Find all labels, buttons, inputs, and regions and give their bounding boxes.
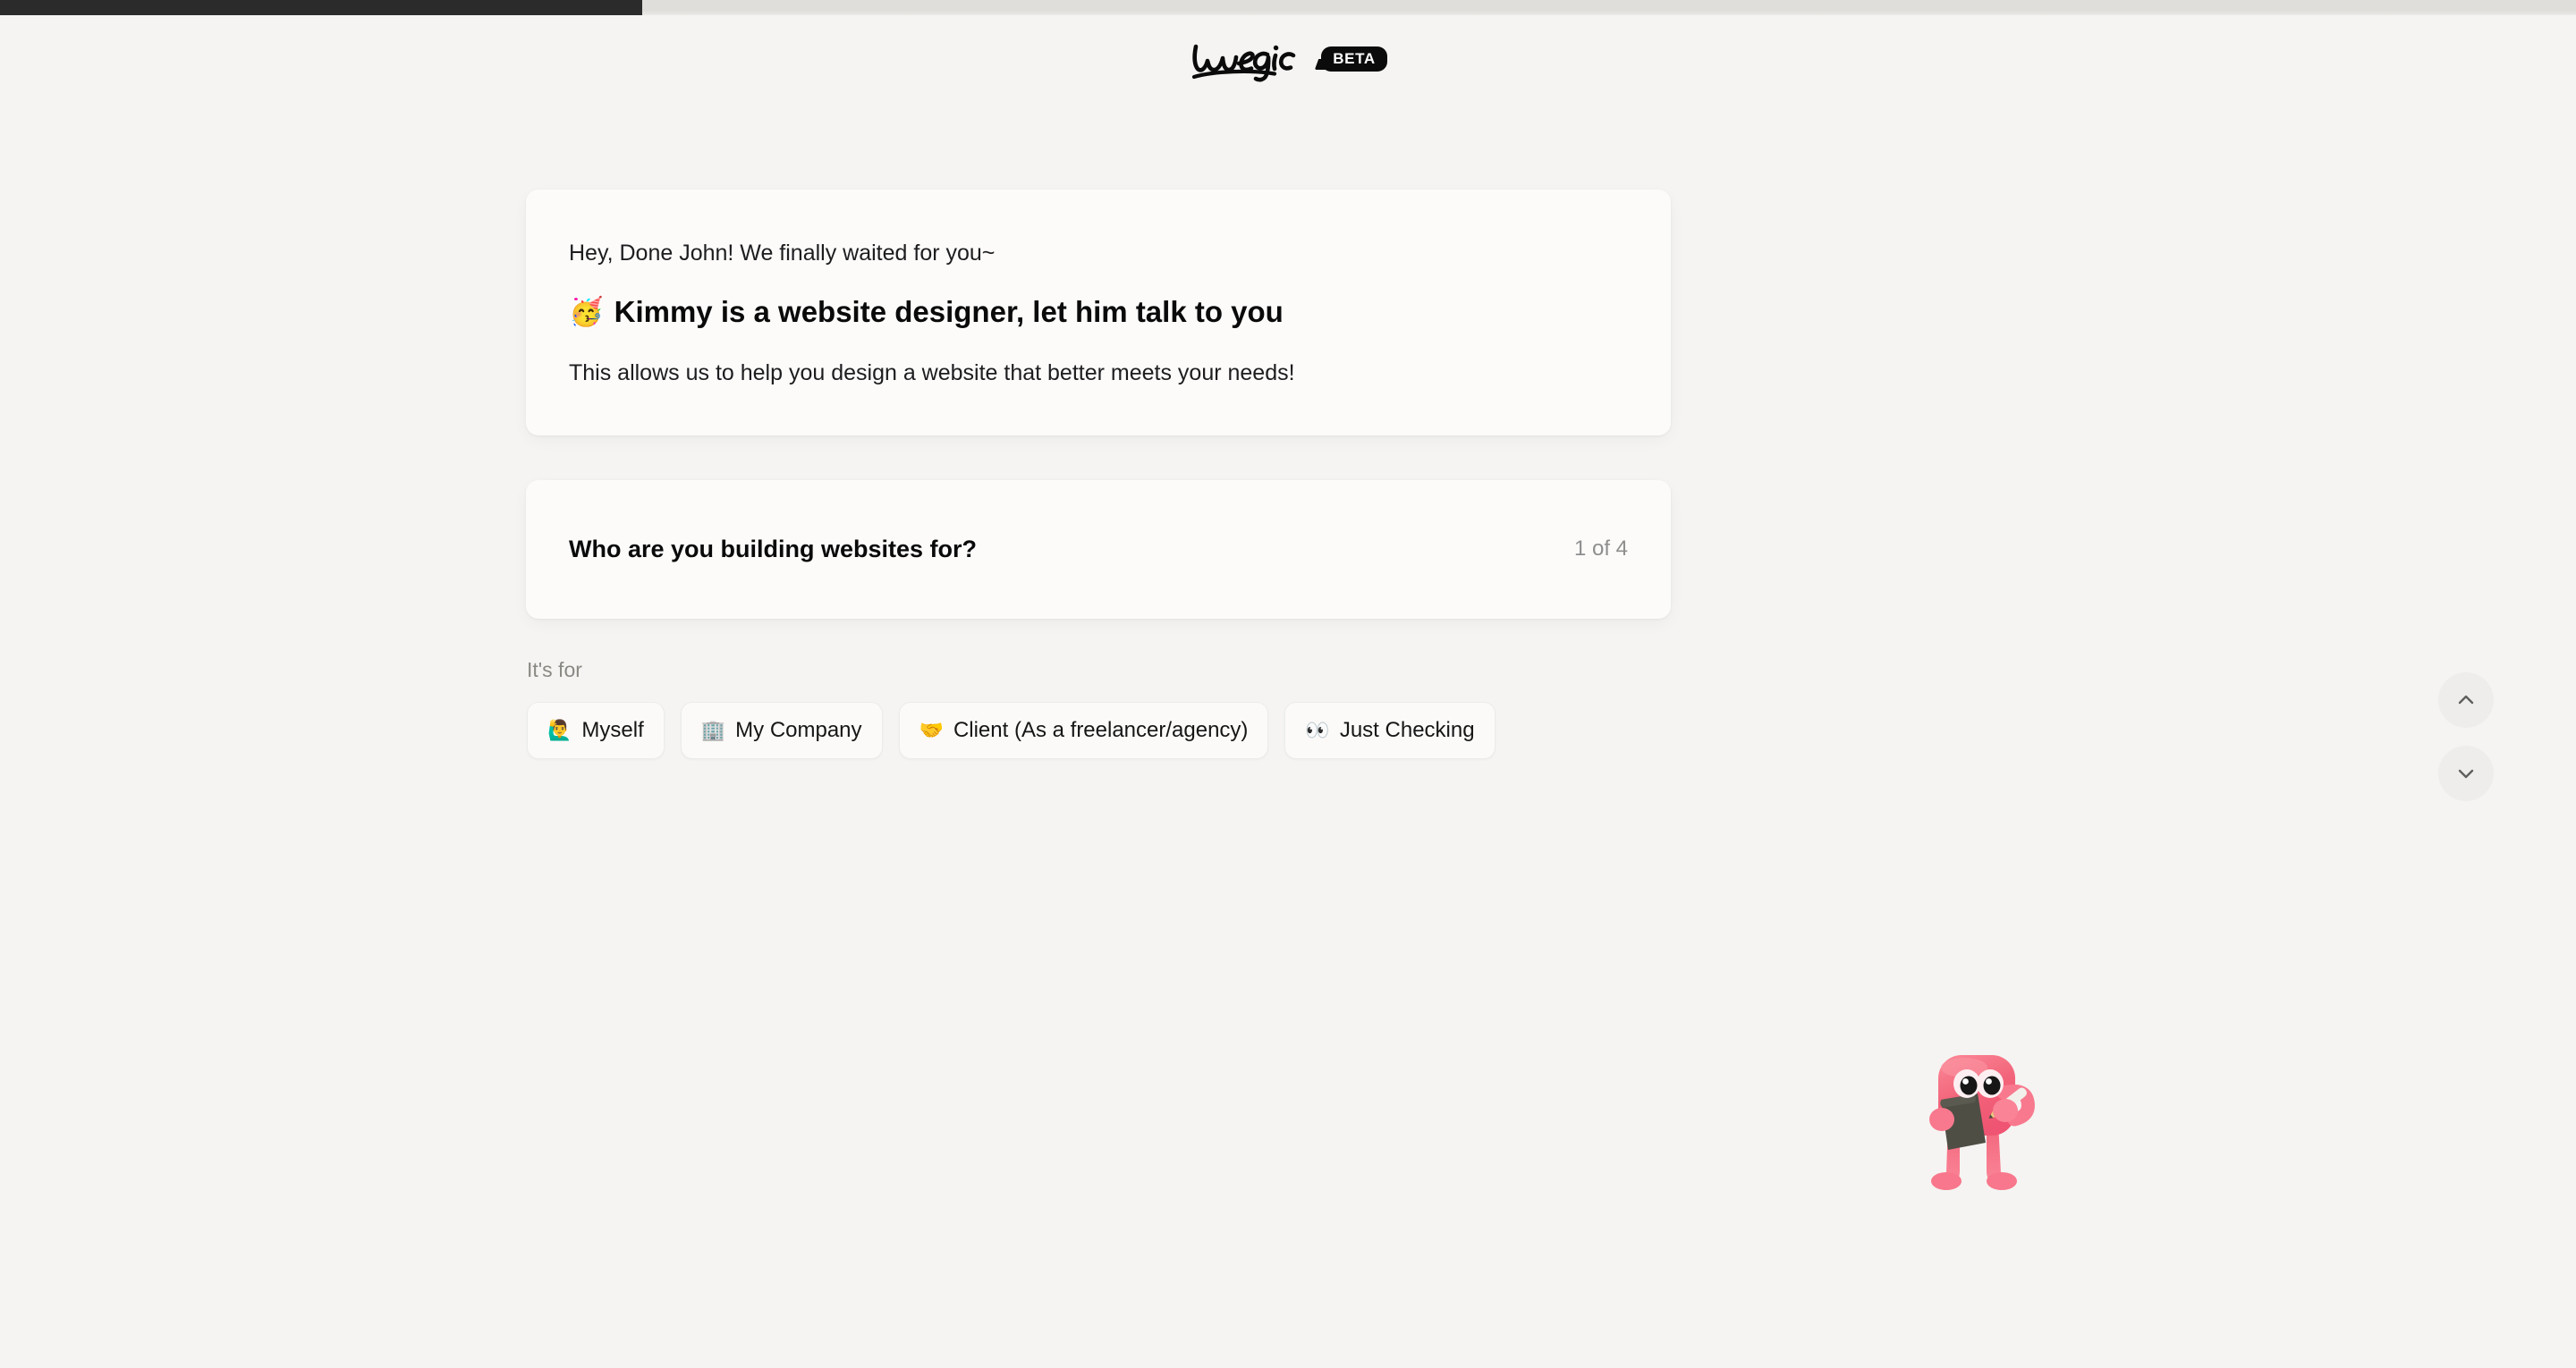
- question-title: Who are you building websites for?: [569, 535, 978, 562]
- answer-option-label: My Company: [735, 717, 862, 742]
- intro-message-card: Hey, Done John! We finally waited for yo…: [526, 190, 1671, 435]
- intro-heading-row: 🥳 Kimmy is a website designer, let him t…: [569, 293, 1628, 332]
- wegic-wordmark-icon: [1192, 44, 1296, 82]
- office-building-icon: 🏢: [700, 718, 726, 741]
- intro-greeting: Hey, Done John! We finally waited for yo…: [569, 241, 996, 266]
- answer-option-client[interactable]: 🤝 Client (As a freelancer/agency): [898, 701, 1269, 759]
- answer-option-my-company[interactable]: 🏢 My Company: [680, 701, 883, 759]
- answer-option-label: Just Checking: [1339, 717, 1475, 742]
- scroll-up-button[interactable]: [2438, 672, 2494, 728]
- answer-option-myself[interactable]: 🙋‍♂️ Myself: [527, 701, 665, 759]
- eyes-icon: 👀: [1305, 718, 1330, 741]
- scroll-down-button[interactable]: [2438, 746, 2494, 801]
- answer-section-label: It's for: [527, 657, 582, 681]
- wegic-mascot: [1929, 1055, 2035, 1190]
- mascot-arm-left: [1929, 1108, 1954, 1131]
- answer-option-label: Myself: [581, 717, 644, 742]
- beta-badge: BETA: [1321, 46, 1387, 72]
- person-raising-hand-icon: 🙋‍♂️: [547, 718, 572, 741]
- handshake-icon: 🤝: [919, 718, 944, 741]
- chevron-up-icon: [2458, 695, 2474, 705]
- scroll-nav-group: [2438, 672, 2494, 801]
- onboarding-progress-track: [0, 0, 2576, 15]
- answer-option-label: Client (As a freelancer/agency): [953, 717, 1249, 742]
- answer-option-list: 🙋‍♂️ Myself 🏢 My Company 🤝 Client (As a …: [527, 701, 1511, 759]
- onboarding-main-column: Hey, Done John! We finally waited for yo…: [526, 190, 1671, 759]
- onboarding-progress-fill: [0, 0, 642, 15]
- question-card: Who are you building websites for? 1 of …: [526, 479, 1671, 619]
- partying-face-icon: 🥳: [569, 296, 604, 328]
- intro-subtext: This allows us to help you design a webs…: [569, 359, 1295, 385]
- brand-logo: BETA: [0, 39, 2576, 84]
- question-step-counter: 1 of 4: [1573, 536, 1628, 562]
- intro-heading-text: Kimmy is a website designer, let him tal…: [614, 295, 1284, 328]
- answer-section: It's for 🙋‍♂️ Myself 🏢 My Company 🤝 Clie…: [526, 658, 1671, 759]
- answer-option-just-checking[interactable]: 👀 Just Checking: [1284, 701, 1496, 759]
- chevron-down-icon: [2458, 769, 2474, 779]
